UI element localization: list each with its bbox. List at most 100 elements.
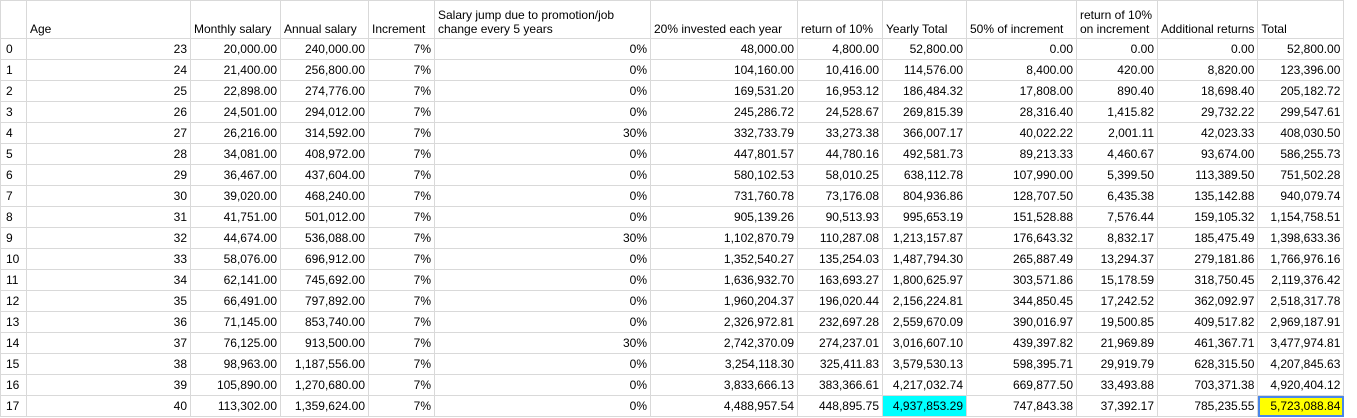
- cell-annual-salary[interactable]: 314,592.00: [280, 122, 369, 144]
- cell-half-increment[interactable]: 669,877.50: [966, 374, 1077, 396]
- cell-annual-salary[interactable]: 437,604.00: [280, 164, 369, 186]
- cell-increment[interactable]: 7%: [368, 80, 435, 102]
- cell-total[interactable]: 52,800.00: [1257, 38, 1345, 60]
- cell-annual-salary[interactable]: 501,012.00: [280, 206, 369, 228]
- cell-invested[interactable]: 245,286.72: [650, 101, 798, 123]
- cell-invested[interactable]: 447,801.57: [650, 143, 798, 165]
- cell-yearly-total[interactable]: 3,016,607.10: [882, 332, 967, 354]
- cell-invested[interactable]: 3,833,666.13: [650, 374, 798, 396]
- cell-increment[interactable]: 7%: [368, 311, 435, 333]
- cell-index[interactable]: 1: [0, 59, 27, 81]
- header-additional-returns[interactable]: Additional returns: [1156, 0, 1259, 39]
- cell-return-on-increment[interactable]: 19,500.85: [1076, 311, 1158, 333]
- cell-return[interactable]: 10,416.00: [797, 59, 883, 81]
- cell-annual-salary[interactable]: 256,800.00: [280, 59, 369, 81]
- cell-total[interactable]: 299,547.61: [1257, 101, 1345, 123]
- cell-invested[interactable]: 2,326,972.81: [650, 311, 798, 333]
- cell-annual-salary[interactable]: 797,892.00: [280, 290, 369, 312]
- header-annual-salary[interactable]: Annual salary: [280, 0, 369, 39]
- cell-age[interactable]: 23: [26, 38, 191, 60]
- cell-total[interactable]: 1,398,633.36: [1257, 227, 1345, 249]
- cell-monthly-salary[interactable]: 39,020.00: [190, 185, 281, 207]
- cell-return-on-increment[interactable]: 2,001.11: [1076, 122, 1158, 144]
- cell-total[interactable]: 2,119,376.42: [1257, 269, 1345, 291]
- cell-monthly-salary[interactable]: 22,898.00: [190, 80, 281, 102]
- cell-return[interactable]: 325,411.83: [797, 353, 883, 375]
- cell-invested[interactable]: 48,000.00: [650, 38, 798, 60]
- cell-index[interactable]: 13: [0, 311, 27, 333]
- cell-increment[interactable]: 7%: [368, 353, 435, 375]
- cell-total[interactable]: 408,030.50: [1257, 122, 1345, 144]
- cell-additional-returns[interactable]: 461,367.71: [1156, 332, 1259, 354]
- cell-annual-salary[interactable]: 1,270,680.00: [280, 374, 369, 396]
- cell-age[interactable]: 39: [26, 374, 191, 396]
- cell-increment[interactable]: 7%: [368, 227, 435, 249]
- cell-invested[interactable]: 1,102,870.79: [650, 227, 798, 249]
- cell-half-increment[interactable]: 265,887.49: [966, 248, 1077, 270]
- cell-return-on-increment[interactable]: 15,178.59: [1076, 269, 1158, 291]
- cell-total[interactable]: 586,255.73: [1257, 143, 1345, 165]
- cell-return[interactable]: 16,953.12: [797, 80, 883, 102]
- cell-age[interactable]: 30: [26, 185, 191, 207]
- cell-age[interactable]: 28: [26, 143, 191, 165]
- cell-return-on-increment[interactable]: 420.00: [1076, 59, 1158, 81]
- header-monthly-salary[interactable]: Monthly salary: [190, 0, 281, 39]
- cell-increment[interactable]: 7%: [368, 185, 435, 207]
- cell-index[interactable]: 11: [0, 269, 27, 291]
- cell-yearly-total[interactable]: 269,815.39: [882, 101, 967, 123]
- cell-invested[interactable]: 4,488,957.54: [650, 395, 798, 417]
- cell-index[interactable]: 3: [0, 101, 27, 123]
- cell-return-on-increment[interactable]: 5,399.50: [1076, 164, 1158, 186]
- cell-index[interactable]: 14: [0, 332, 27, 354]
- cell-return-on-increment[interactable]: 6,435.38: [1076, 185, 1158, 207]
- cell-yearly-total[interactable]: 1,487,794.30: [882, 248, 967, 270]
- cell-half-increment[interactable]: 0.00: [966, 38, 1077, 60]
- cell-salary-jump[interactable]: 30%: [434, 122, 651, 144]
- cell-total[interactable]: 1,154,758.51: [1257, 206, 1345, 228]
- cell-invested[interactable]: 1,352,540.27: [650, 248, 798, 270]
- cell-return[interactable]: 44,780.16: [797, 143, 883, 165]
- cell-total[interactable]: 751,502.28: [1257, 164, 1345, 186]
- cell-return-on-increment[interactable]: 29,919.79: [1076, 353, 1158, 375]
- cell-return-on-increment[interactable]: 17,242.52: [1076, 290, 1158, 312]
- cell-yearly-total[interactable]: 4,217,032.74: [882, 374, 967, 396]
- cell-total[interactable]: 123,396.00: [1257, 59, 1345, 81]
- cell-age[interactable]: 24: [26, 59, 191, 81]
- cell-yearly-total[interactable]: 186,484.32: [882, 80, 967, 102]
- cell-monthly-salary[interactable]: 71,145.00: [190, 311, 281, 333]
- cell-yearly-total[interactable]: 1,213,157.87: [882, 227, 967, 249]
- cell-invested[interactable]: 1,636,932.70: [650, 269, 798, 291]
- cell-total[interactable]: 3,477,974.81: [1257, 332, 1345, 354]
- cell-half-increment[interactable]: 89,213.33: [966, 143, 1077, 165]
- cell-half-increment[interactable]: 151,528.88: [966, 206, 1077, 228]
- cell-salary-jump[interactable]: 30%: [434, 227, 651, 249]
- cell-monthly-salary[interactable]: 41,751.00: [190, 206, 281, 228]
- cell-salary-jump[interactable]: 0%: [434, 206, 651, 228]
- cell-half-increment[interactable]: 439,397.82: [966, 332, 1077, 354]
- cell-index[interactable]: 2: [0, 80, 27, 102]
- cell-increment[interactable]: 7%: [368, 290, 435, 312]
- cell-salary-jump[interactable]: 0%: [434, 248, 651, 270]
- cell-salary-jump[interactable]: 0%: [434, 290, 651, 312]
- cell-age[interactable]: 26: [26, 101, 191, 123]
- cell-salary-jump[interactable]: 0%: [434, 101, 651, 123]
- cell-return[interactable]: 24,528.67: [797, 101, 883, 123]
- cell-half-increment[interactable]: 747,843.38: [966, 395, 1077, 417]
- cell-monthly-salary[interactable]: 26,216.00: [190, 122, 281, 144]
- cell-invested[interactable]: 1,960,204.37: [650, 290, 798, 312]
- cell-yearly-total[interactable]: 114,576.00: [882, 59, 967, 81]
- header-return-on-increment[interactable]: return of 10% on increment: [1076, 0, 1158, 39]
- cell-age[interactable]: 27: [26, 122, 191, 144]
- cell-annual-salary[interactable]: 240,000.00: [280, 38, 369, 60]
- cell-return[interactable]: 33,273.38: [797, 122, 883, 144]
- cell-total[interactable]: 2,969,187.91: [1257, 311, 1345, 333]
- cell-return[interactable]: 196,020.44: [797, 290, 883, 312]
- cell-total[interactable]: 4,920,404.12: [1257, 374, 1345, 396]
- cell-return[interactable]: 73,176.08: [797, 185, 883, 207]
- cell-monthly-salary[interactable]: 44,674.00: [190, 227, 281, 249]
- cell-index[interactable]: 8: [0, 206, 27, 228]
- cell-increment[interactable]: 7%: [368, 248, 435, 270]
- cell-half-increment[interactable]: 8,400.00: [966, 59, 1077, 81]
- cell-return[interactable]: 383,366.61: [797, 374, 883, 396]
- cell-yearly-total[interactable]: 492,581.73: [882, 143, 967, 165]
